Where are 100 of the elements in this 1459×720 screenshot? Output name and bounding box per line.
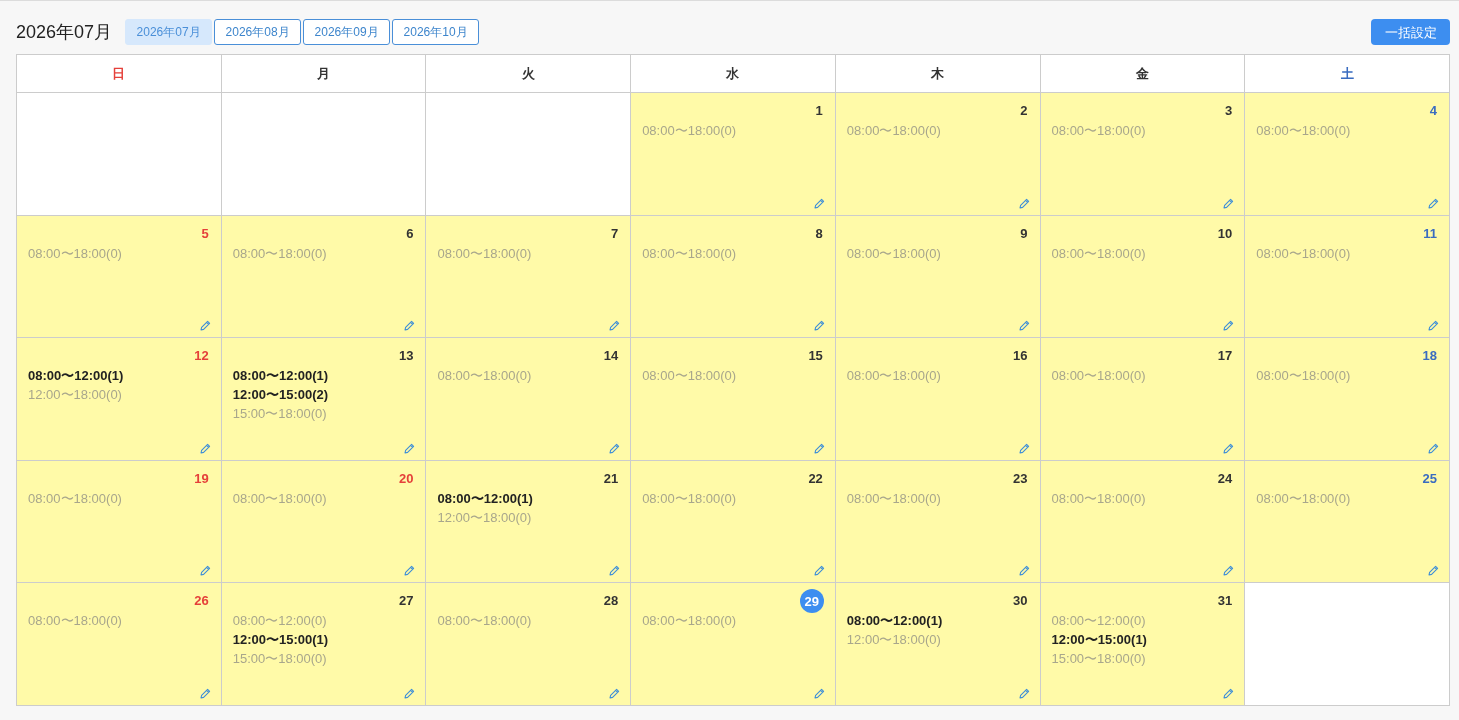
pencil-icon[interactable] (1428, 565, 1439, 577)
pencil-icon[interactable] (813, 565, 825, 577)
pencil-icon[interactable] (404, 320, 416, 332)
time-slot: 12:00〜15:00(1) (232, 630, 329, 650)
pencil-icon[interactable] (813, 320, 825, 332)
pencil-icon[interactable] (609, 688, 621, 699)
pencil-icon[interactable] (1018, 565, 1030, 577)
time-slot: 15:00〜18:00(0) (1051, 649, 1146, 669)
pencil-icon[interactable] (199, 565, 211, 577)
pencil-icon[interactable] (1223, 197, 1235, 209)
pencil-icon[interactable] (609, 565, 621, 577)
time-slot: 08:00〜18:00(0) (642, 366, 737, 386)
day-number: 21 (603, 469, 619, 488)
time-slot: 08:00〜12:00(0) (1051, 611, 1146, 631)
time-slot: 08:00〜18:00(0) (232, 243, 327, 263)
pencil-icon[interactable] (1223, 442, 1235, 454)
time-slot: 08:00〜12:00(1) (28, 366, 124, 386)
day-number: 12 (194, 347, 209, 366)
day-number: 31 (1217, 592, 1233, 611)
day-number: 19 (194, 469, 209, 488)
month-tab[interactable]: 2026年07月 (125, 19, 213, 45)
time-slot: 08:00〜18:00(0) (1256, 121, 1351, 140)
weekday-header: 土 (1245, 55, 1450, 93)
time-slot: 08:00〜18:00(0) (642, 243, 737, 263)
time-slot: 15:00〜18:00(0) (232, 404, 327, 424)
pencil-icon[interactable] (1223, 320, 1235, 332)
weekday-header: 水 (631, 55, 836, 93)
time-slot: 08:00〜18:00(0) (642, 121, 737, 140)
pencil-icon[interactable] (1018, 320, 1030, 332)
time-slot: 08:00〜18:00(0) (1051, 488, 1146, 508)
day-number: 14 (603, 347, 619, 366)
pencil-icon[interactable] (813, 442, 825, 454)
time-slot: 08:00〜18:00(0) (1051, 366, 1146, 386)
current-day-number: 29 (799, 589, 824, 614)
time-slot: 12:00〜15:00(1) (1051, 630, 1147, 650)
pencil-icon[interactable] (1018, 688, 1030, 699)
time-slot: 08:00〜18:00(0) (437, 611, 532, 631)
time-slot: 08:00〜18:00(0) (28, 611, 122, 631)
day-number: 22 (808, 469, 823, 488)
time-slot: 08:00〜18:00(0) (1256, 488, 1351, 508)
pencil-icon[interactable] (813, 688, 825, 699)
pencil-icon[interactable] (199, 688, 211, 699)
pencil-icon[interactable] (1428, 197, 1439, 209)
time-slot: 08:00〜12:00(1) (232, 366, 329, 386)
pencil-icon[interactable] (609, 442, 621, 454)
pencil-icon[interactable] (1428, 320, 1439, 332)
month-title: 2026年07月 (16, 23, 113, 41)
pencil-icon[interactable] (199, 320, 211, 332)
day-number: 23 (1013, 469, 1028, 488)
time-slot: 08:00〜18:00(0) (1051, 243, 1146, 263)
time-slot: 08:00〜12:00(1) (846, 611, 943, 631)
day-number: 26 (194, 592, 209, 611)
day-number: 11 (1423, 224, 1437, 243)
pencil-icon[interactable] (1018, 442, 1030, 454)
day-number: 6 (406, 224, 414, 243)
day-number: 10 (1217, 224, 1233, 243)
day-number: 5 (201, 224, 209, 243)
weekday-header: 木 (835, 55, 1041, 93)
time-slot: 12:00〜15:00(2) (232, 385, 329, 405)
time-slot: 08:00〜12:00(1) (437, 488, 533, 508)
pencil-icon[interactable] (1223, 565, 1235, 577)
time-slot: 08:00〜18:00(0) (846, 243, 941, 263)
month-tab[interactable]: 2026年08月 (214, 19, 302, 45)
day-number: 7 (610, 224, 619, 243)
time-slot: 08:00〜18:00(0) (1256, 243, 1351, 263)
bulk-settings-button[interactable]: 一括設定 (1371, 19, 1450, 45)
pencil-icon[interactable] (404, 565, 416, 577)
pencil-icon[interactable] (404, 442, 416, 454)
day-number: 28 (603, 592, 619, 611)
day-number: 18 (1422, 347, 1437, 366)
day-number: 20 (398, 469, 414, 488)
time-slot: 08:00〜18:00(0) (846, 121, 941, 140)
weekday-header: 月 (221, 55, 427, 93)
pencil-icon[interactable] (1018, 197, 1030, 209)
day-number: 2 (1020, 102, 1028, 120)
pencil-icon[interactable] (813, 197, 825, 209)
month-tab[interactable]: 2026年09月 (303, 19, 391, 45)
day-number: 8 (815, 224, 823, 243)
time-slot: 08:00〜18:00(0) (437, 243, 532, 263)
month-tab[interactable]: 2026年10月 (392, 19, 480, 45)
day-number: 30 (1013, 592, 1028, 611)
day-number: 1 (815, 102, 823, 120)
time-slot: 08:00〜18:00(0) (437, 366, 532, 386)
day-number: 24 (1217, 469, 1233, 488)
pencil-icon[interactable] (1223, 688, 1235, 699)
time-slot: 08:00〜12:00(0) (232, 611, 327, 631)
pencil-icon[interactable] (609, 320, 621, 332)
time-slot: 08:00〜18:00(0) (1256, 366, 1351, 386)
time-slot: 12:00〜18:00(0) (437, 507, 532, 527)
weekday-header: 火 (426, 55, 632, 93)
pencil-icon[interactable] (404, 688, 416, 699)
pencil-icon[interactable] (1428, 442, 1439, 454)
day-number: 13 (398, 347, 414, 366)
day-number: 16 (1013, 347, 1028, 366)
day-number: 25 (1422, 469, 1437, 488)
day-number: 9 (1020, 224, 1028, 243)
time-slot: 08:00〜18:00(0) (846, 488, 941, 508)
pencil-icon[interactable] (199, 442, 211, 454)
day-number: 27 (398, 592, 414, 611)
day-number: 3 (1225, 102, 1233, 120)
